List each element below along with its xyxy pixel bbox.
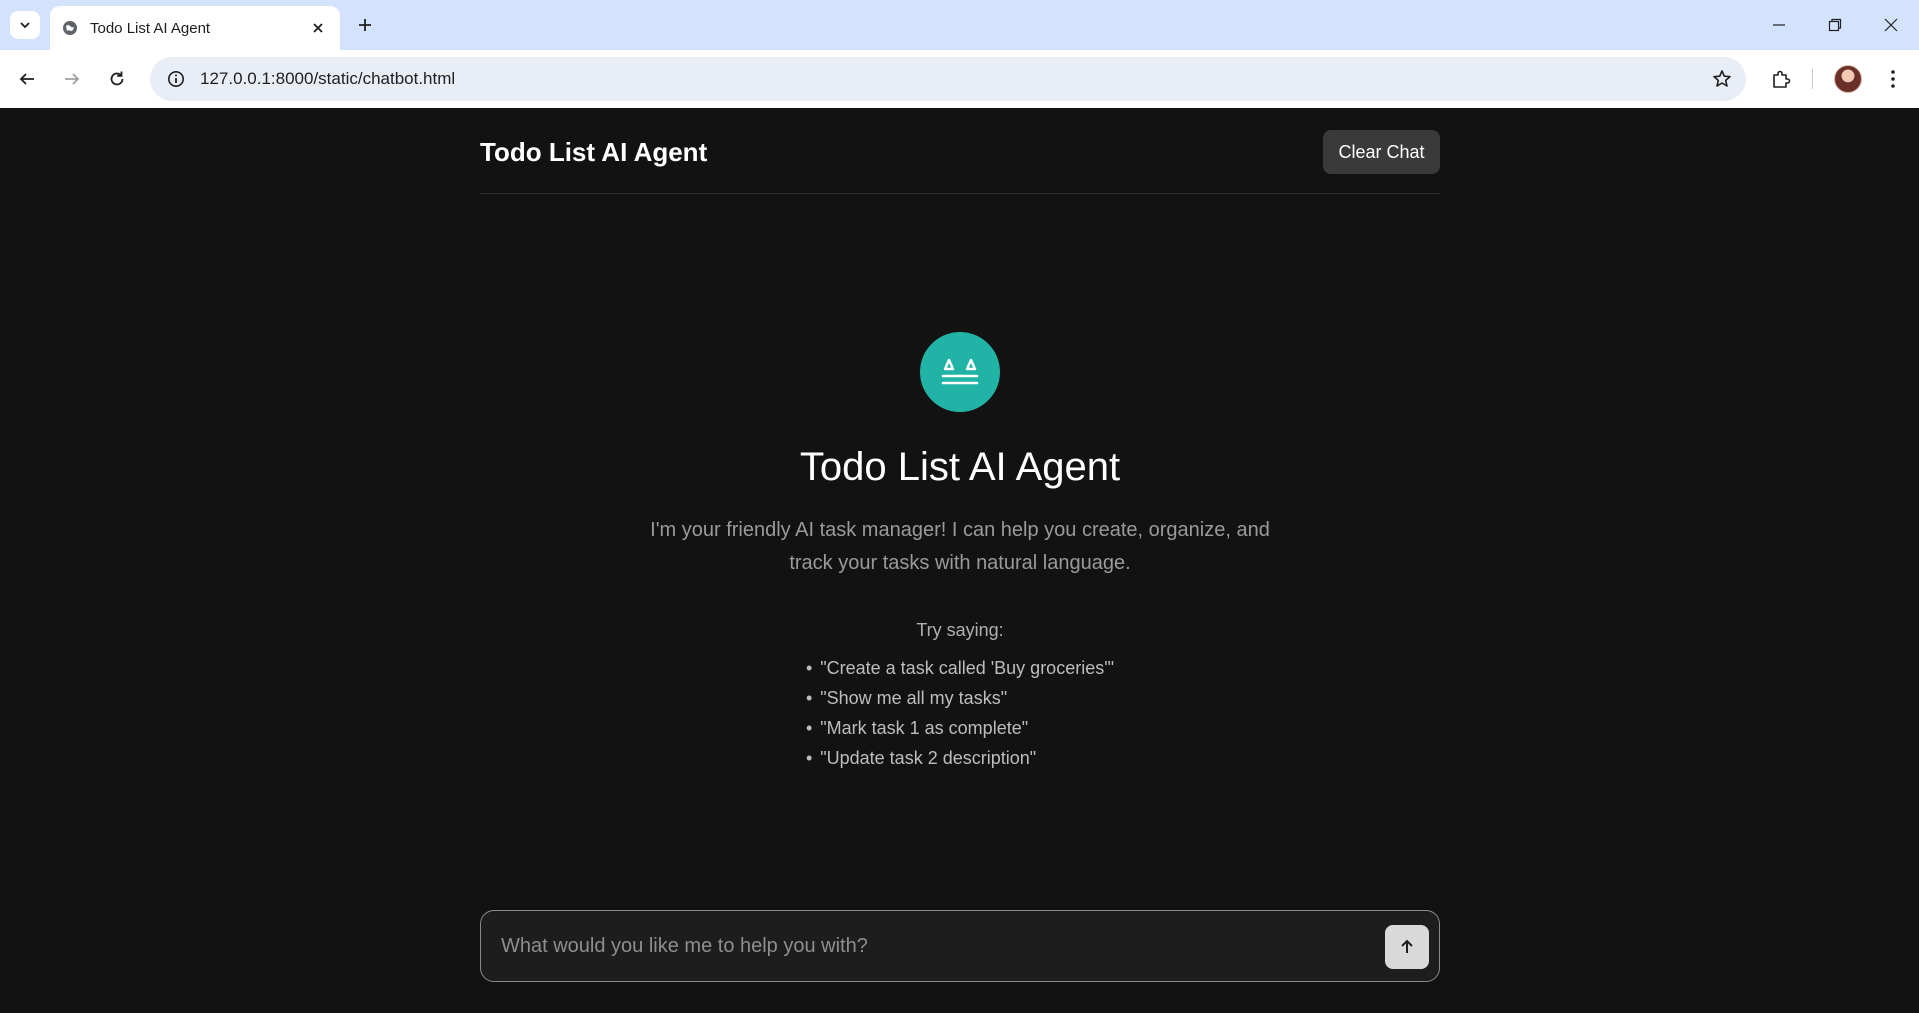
- agent-face-icon: [941, 358, 979, 385]
- minimize-icon: [1773, 24, 1785, 26]
- address-bar[interactable]: 127.0.0.1:8000/static/chatbot.html: [150, 57, 1746, 101]
- minimize-button[interactable]: [1751, 0, 1807, 50]
- welcome-title: Todo List AI Agent: [799, 445, 1121, 489]
- globe-icon: [63, 21, 77, 35]
- new-tab-button[interactable]: [350, 11, 380, 39]
- welcome-description: I'm your friendly AI task manager! I can…: [650, 519, 1270, 574]
- reload-button[interactable]: [101, 63, 133, 95]
- plus-icon: [359, 19, 371, 31]
- app-header: Todo List AI Agent Clear Chat: [480, 108, 1440, 194]
- browser-menu-button[interactable]: [1877, 63, 1909, 95]
- restore-icon: [1828, 18, 1842, 32]
- send-button[interactable]: [1385, 925, 1429, 969]
- agent-logo: [920, 332, 1000, 412]
- welcome-panel: Todo List AI Agent I'm your friendly AI …: [480, 332, 1440, 773]
- restore-button[interactable]: [1807, 0, 1863, 50]
- app-title: Todo List AI Agent: [480, 137, 708, 167]
- back-button[interactable]: [11, 63, 43, 95]
- example-prompt: "Create a task called 'Buy groceries'": [806, 653, 1114, 683]
- url-text[interactable]: 127.0.0.1:8000/static/chatbot.html: [200, 69, 455, 89]
- example-prompt: "Show me all my tasks": [806, 683, 1114, 713]
- site-info-button[interactable]: [154, 57, 198, 101]
- arrow-up-icon: [1401, 939, 1413, 953]
- bookmark-button[interactable]: [1710, 67, 1734, 91]
- extensions-button[interactable]: [1765, 63, 1797, 95]
- window-close-button[interactable]: [1863, 0, 1919, 50]
- reload-icon: [110, 71, 124, 86]
- chat-input-container: [480, 910, 1440, 982]
- browser-tab[interactable]: Todo List AI Agent: [50, 6, 340, 50]
- forward-button[interactable]: [56, 63, 88, 95]
- chevron-down-icon: [20, 22, 30, 29]
- profile-avatar[interactable]: [1834, 65, 1862, 93]
- arrow-left-icon: [19, 73, 34, 85]
- arrow-right-icon: [65, 73, 80, 85]
- chat-input[interactable]: [501, 911, 1361, 981]
- clear-chat-button[interactable]: Clear Chat: [1323, 130, 1440, 174]
- example-prompt: "Mark task 1 as complete": [806, 713, 1114, 743]
- example-prompt: "Update task 2 description": [806, 743, 1114, 773]
- puzzle-icon: [1773, 70, 1791, 88]
- close-icon: [313, 23, 323, 33]
- try-saying-label: Try saying:: [916, 620, 1004, 640]
- browser-toolbar: 127.0.0.1:8000/static/chatbot.html: [0, 50, 1919, 108]
- tab-search-button[interactable]: [10, 11, 40, 39]
- kebab-menu-icon: [1891, 70, 1895, 88]
- browser-tabstrip: Todo List AI Agent: [0, 0, 1919, 50]
- star-icon: [1713, 70, 1731, 87]
- close-icon: [1884, 18, 1898, 32]
- info-icon: [168, 71, 184, 87]
- toolbar-separator: [1812, 69, 1813, 89]
- example-prompts: "Create a task called 'Buy groceries'" "…: [806, 653, 1114, 773]
- chat-page: Todo List AI Agent Clear Chat Todo List …: [0, 108, 1919, 1013]
- tab-close-button[interactable]: [308, 18, 328, 38]
- tab-title: Todo List AI Agent: [90, 19, 211, 37]
